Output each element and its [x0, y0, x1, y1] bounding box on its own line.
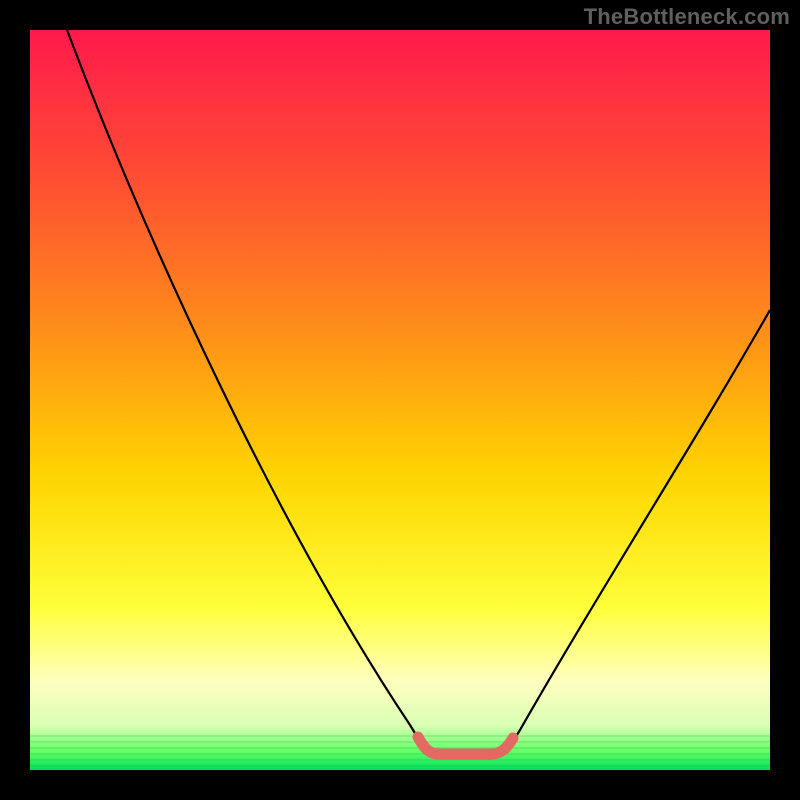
- chart-svg: [30, 30, 770, 770]
- watermark-text: TheBottleneck.com: [584, 4, 790, 30]
- heatmap-background: [30, 30, 770, 770]
- plot-area: [30, 30, 770, 770]
- chart-frame: TheBottleneck.com: [0, 0, 800, 800]
